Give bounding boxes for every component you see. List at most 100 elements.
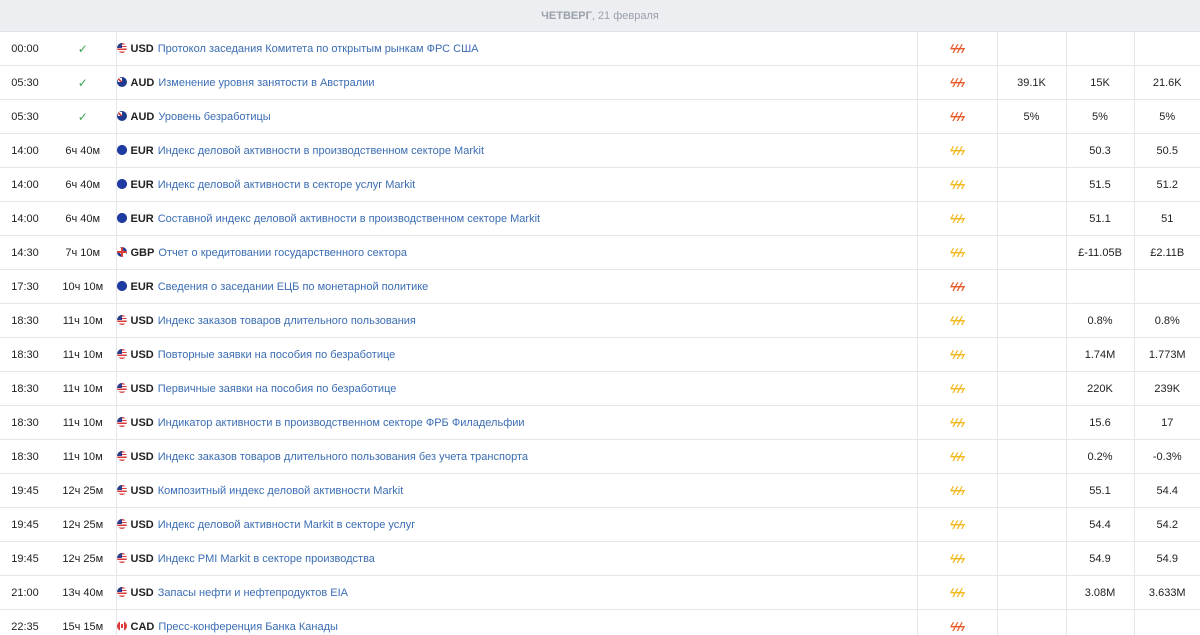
- event-actual: [997, 133, 1067, 168]
- event-currency: USD: [130, 348, 154, 361]
- event-title-link[interactable]: Уровень безработицы: [158, 111, 270, 123]
- event-previous: 1.773M: [1134, 337, 1200, 372]
- event-currency: CAD: [130, 620, 155, 633]
- event-time: 14:30: [0, 235, 50, 270]
- flag-us-icon: [116, 348, 127, 359]
- event-title-link[interactable]: Запасы нефти и нефтепродуктов EIA: [158, 587, 348, 599]
- event-previous: 5%: [1134, 99, 1200, 134]
- event-cell: EUR Индекс деловой активности в секторе у…: [116, 167, 917, 202]
- event-time: 18:30: [0, 337, 50, 372]
- event-title-link[interactable]: Индикатор активности в производственном …: [158, 417, 525, 429]
- event-row: 14:00 6ч 40м EUR Индекс деловой активност…: [0, 133, 1200, 168]
- event-title-link[interactable]: Индекс заказов товаров длительного польз…: [158, 315, 416, 327]
- event-title-link[interactable]: Отчет о кредитовании государственного се…: [158, 247, 407, 259]
- event-actual: [997, 303, 1067, 338]
- event-cell: USD Индекс деловой активности Markit в се…: [116, 507, 917, 542]
- event-title-link[interactable]: Повторные заявки на пособия по безработи…: [158, 349, 396, 361]
- event-currency: USD: [130, 314, 154, 327]
- event-previous: 54.9: [1134, 541, 1200, 576]
- event-title-link[interactable]: Индекс заказов товаров длительного польз…: [158, 451, 528, 463]
- event-title-link[interactable]: Индекс деловой активности Markit в секто…: [158, 519, 415, 531]
- flag-us-icon: [116, 416, 127, 427]
- event-importance: ϟϟϟ: [916, 609, 998, 635]
- event-forecast: [1066, 609, 1135, 635]
- event-row: 00:00 ✓ USD Протокол заседания Комитета п…: [0, 31, 1200, 66]
- event-title-link[interactable]: Сведения о заседании ЕЦБ по монетарной п…: [158, 281, 429, 293]
- event-time: 21:00: [0, 575, 50, 610]
- day-header-weekday: ЧЕТВЕРГ: [541, 9, 592, 22]
- event-cell: USD Индекс заказов товаров длительного по…: [116, 303, 917, 338]
- event-previous: 0.8%: [1134, 303, 1200, 338]
- event-actual: [997, 541, 1067, 576]
- lightning-icon: ϟϟϟ: [949, 381, 965, 396]
- event-forecast: 51.5: [1066, 167, 1135, 202]
- event-actual: [997, 337, 1067, 372]
- event-title-link[interactable]: Индекс PMI Markit в секторе производства: [158, 553, 375, 565]
- check-icon: ✓: [77, 109, 88, 124]
- event-title-link[interactable]: Протокол заседания Комитета по открытым …: [158, 43, 479, 55]
- event-time: 14:00: [0, 133, 50, 168]
- event-importance: ϟϟϟ: [916, 439, 998, 474]
- event-title-link[interactable]: Изменение уровня занятости в Австралии: [158, 77, 374, 89]
- event-cell: AUD Изменение уровня занятости в Австрали…: [116, 65, 917, 100]
- event-actual: [997, 473, 1067, 508]
- event-row: 05:30 ✓ AUD Уровень безработицы ϟϟϟ 5% 5%…: [0, 99, 1200, 134]
- event-remaining: 6ч 40м: [50, 201, 117, 236]
- lightning-icon: ϟϟϟ: [949, 211, 965, 226]
- event-row: 14:00 6ч 40м EUR Составной индекс деловой…: [0, 201, 1200, 236]
- event-previous: 54.2: [1134, 507, 1200, 542]
- event-importance: ϟϟϟ: [916, 575, 998, 610]
- flag-us-icon: [116, 552, 127, 563]
- lightning-icon: ϟϟϟ: [949, 143, 965, 158]
- event-importance: ϟϟϟ: [916, 303, 998, 338]
- event-importance: ϟϟϟ: [916, 65, 998, 100]
- event-cell: EUR Составной индекс деловой активности в…: [116, 201, 917, 236]
- flag-ca-icon: [116, 620, 127, 631]
- event-title-link[interactable]: Первичные заявки на пособия по безработи…: [158, 383, 397, 395]
- event-actual: [997, 167, 1067, 202]
- event-actual: [997, 235, 1067, 270]
- event-previous: 54.4: [1134, 473, 1200, 508]
- event-cell: USD Индекс PMI Markit в секторе производс…: [116, 541, 917, 576]
- event-forecast: 220K: [1066, 371, 1135, 406]
- event-title-link[interactable]: Пресс-конференция Банка Канады: [158, 621, 338, 633]
- event-forecast: [1066, 31, 1135, 66]
- economic-calendar-table: ЧЕТВЕРГ, 21 февраля 00:00 ✓ USD Протокол …: [0, 0, 1200, 635]
- event-currency: USD: [130, 484, 154, 497]
- flag-us-icon: [116, 518, 127, 529]
- event-title-link[interactable]: Составной индекс деловой активности в пр…: [158, 213, 540, 225]
- event-remaining: ✓: [50, 31, 117, 66]
- event-importance: ϟϟϟ: [916, 541, 998, 576]
- event-previous: 51: [1134, 201, 1200, 236]
- event-title-link[interactable]: Композитный индекс деловой активности Ma…: [158, 485, 404, 497]
- event-actual: [997, 575, 1067, 610]
- event-remaining: ✓: [50, 99, 117, 134]
- event-actual: [997, 507, 1067, 542]
- lightning-icon: ϟϟϟ: [949, 245, 965, 260]
- event-row: 18:30 11ч 10м USD Индекс заказов товаров …: [0, 303, 1200, 338]
- event-forecast: 15K: [1066, 65, 1135, 100]
- event-forecast: 54.4: [1066, 507, 1135, 542]
- event-remaining: 12ч 25м: [50, 507, 117, 542]
- event-importance: ϟϟϟ: [916, 405, 998, 440]
- event-row: 14:30 7ч 10м GBP Отчет о кредитовании гос…: [0, 235, 1200, 270]
- event-remaining: 15ч 15м: [50, 609, 117, 635]
- event-forecast: 5%: [1066, 99, 1135, 134]
- event-currency: AUD: [130, 76, 155, 89]
- event-previous: -0.3%: [1134, 439, 1200, 474]
- event-forecast: 15.6: [1066, 405, 1135, 440]
- event-importance: ϟϟϟ: [916, 235, 998, 270]
- event-previous: 51.2: [1134, 167, 1200, 202]
- event-currency: USD: [130, 382, 154, 395]
- event-previous: £2.11B: [1134, 235, 1200, 270]
- check-icon: ✓: [77, 75, 88, 90]
- event-currency: USD: [130, 416, 154, 429]
- event-title-link[interactable]: Индекс деловой активности в производстве…: [158, 145, 484, 157]
- event-forecast: 3.08M: [1066, 575, 1135, 610]
- event-currency: USD: [130, 518, 154, 531]
- event-title-link[interactable]: Индекс деловой активности в секторе услу…: [158, 179, 415, 191]
- event-remaining: 10ч 10м: [50, 269, 117, 304]
- lightning-icon: ϟϟϟ: [949, 415, 965, 430]
- event-actual: [997, 609, 1067, 635]
- lightning-icon: ϟϟϟ: [949, 279, 965, 294]
